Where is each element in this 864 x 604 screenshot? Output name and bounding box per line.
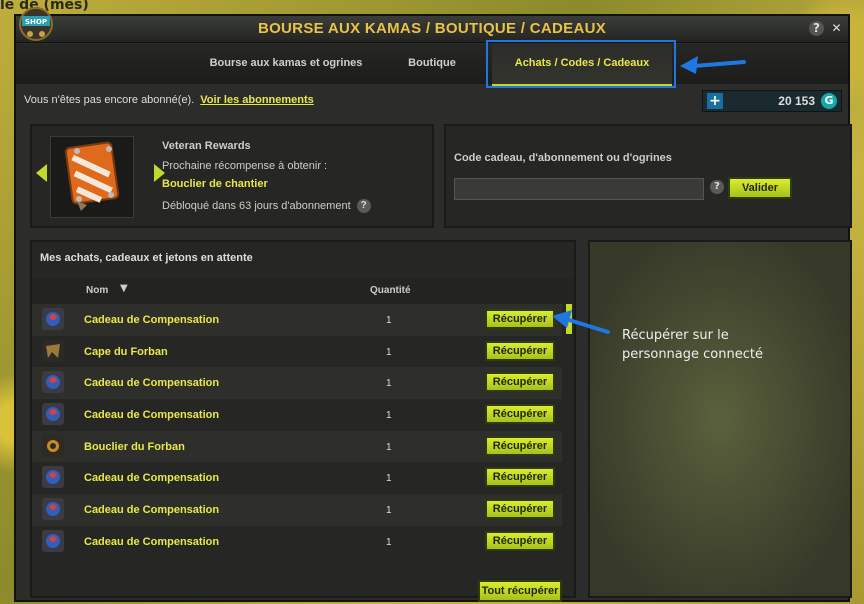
claim-all-button[interactable]: Tout récupérer [478, 580, 562, 602]
item-name: Cadeau de Compensation [84, 377, 220, 390]
claim-button[interactable]: Récupérer [485, 499, 555, 520]
list-header: Nom ▼ Quantité [32, 278, 574, 304]
list-item: Cadeau de Compensation 1 Récupérer [32, 526, 562, 558]
item-name: Cadeau de Compensation [84, 409, 220, 422]
question-icon[interactable]: ? [710, 180, 724, 194]
item-name: Cape du Forban [84, 345, 168, 358]
list-title: Mes achats, cadeaux et jetons en attente [40, 252, 253, 264]
code-input[interactable] [454, 178, 704, 200]
item-quantity: 1 [386, 410, 392, 422]
annotation-line-1: Récupérer sur le [622, 328, 729, 343]
list-item: Cadeau de Compensation 1 Récupérer [32, 367, 562, 400]
item-quantity: 1 [386, 346, 392, 358]
subscription-notice: Vous n'êtes pas encore abonné(e). Voir le… [24, 94, 314, 106]
window-title: BOURSE AUX KAMAS / BOUTIQUE / CADEAUX [257, 20, 607, 37]
annotation-text: Récupérer sur le personnage connecté [622, 326, 763, 364]
claim-button[interactable]: Récupérer [485, 404, 555, 425]
help-icon[interactable]: ? [809, 21, 824, 36]
sort-down-icon[interactable]: ▼ [120, 283, 128, 294]
unlock-info: Débloqué dans 63 jours d'abonnement? [162, 199, 371, 213]
shield-icon [42, 434, 64, 457]
tab-annotation-arrow-icon [680, 56, 746, 74]
list-item: Cadeau de Compensation 1 Récupérer [32, 462, 562, 494]
item-quantity: 1 [386, 505, 392, 517]
gift-icon [42, 466, 64, 489]
cape-icon [42, 339, 64, 362]
claim-button[interactable]: Récupérer [485, 372, 555, 393]
claim-button[interactable]: Récupérer [485, 467, 555, 488]
tab-highlight-box [486, 40, 676, 88]
list-item: Cadeau de Compensation 1 Récupérer [32, 494, 562, 526]
list-item: Cadeau de Compensation 1 Récupérer [32, 399, 562, 431]
rewards-title: Veteran Rewards [162, 140, 251, 152]
validate-button[interactable]: Valider [728, 177, 792, 199]
pending-items-panel: Mes achats, cadeaux et jetons en attente… [30, 240, 576, 602]
title-bar: BOURSE AUX KAMAS / BOUTIQUE / CADEAUX ? … [16, 16, 848, 43]
unlock-text: Débloqué dans 63 jours d'abonnement [162, 199, 351, 212]
veteran-rewards-panel: Veteran Rewards Prochaine récompense à o… [30, 124, 434, 228]
question-icon[interactable]: ? [356, 199, 371, 213]
shop-window: BOURSE AUX KAMAS / BOUTIQUE / CADEAUX ? … [14, 7, 852, 602]
item-name: Cadeau de Compensation [84, 504, 220, 517]
shop-logo: SHOP [19, 7, 53, 41]
claim-button[interactable]: Récupérer [485, 530, 555, 551]
ogrine-icon: G [821, 93, 837, 109]
ogrine-balance: + 20 153 G [702, 90, 842, 112]
next-reward-item: Bouclier de chantier [162, 178, 268, 190]
item-quantity: 1 [386, 536, 392, 548]
annotation-line-2: personnage connecté [622, 347, 763, 362]
svg-text:SHOP: SHOP [25, 18, 47, 26]
character-preview-panel [588, 240, 852, 598]
item-name: Bouclier du Forban [84, 440, 185, 453]
item-quantity: 1 [386, 473, 392, 485]
close-icon[interactable]: ✕ [829, 21, 844, 36]
column-quantity-header: Quantité [370, 285, 411, 296]
tab-kamas-exchange[interactable]: Bourse aux kamas et ogrines [196, 44, 376, 84]
column-name-header[interactable]: Nom [86, 285, 108, 296]
item-quantity: 1 [386, 378, 392, 390]
tab-shop[interactable]: Boutique [392, 44, 472, 84]
reward-item-frame [50, 136, 134, 218]
claim-button[interactable]: Récupérer [485, 340, 555, 361]
list-item: Cape du Forban 1 Récupérer [32, 336, 562, 368]
next-reward-label: Prochaine récompense à obtenir : [162, 160, 328, 172]
code-label: Code cadeau, d'abonnement ou d'ogrines [454, 152, 672, 164]
balance-value: 20 153 [778, 94, 815, 108]
gift-icon [42, 498, 64, 521]
item-name: Cadeau de Compensation [84, 535, 220, 548]
item-name: Cadeau de Compensation [84, 314, 220, 326]
gift-icon [42, 308, 64, 330]
claim-button[interactable]: Récupérer [485, 309, 555, 329]
list-item: Cadeau de Compensation 1 Récupérer [32, 304, 562, 336]
add-ogrines-button[interactable]: + [707, 93, 723, 109]
gift-icon [42, 371, 64, 394]
item-name: Cadeau de Compensation [84, 472, 220, 485]
item-quantity: 1 [386, 315, 392, 326]
list-item: Bouclier du Forban 1 Récupérer [32, 430, 562, 463]
shield-item-icon [64, 141, 120, 211]
item-quantity: 1 [386, 441, 392, 453]
subscription-text: Vous n'êtes pas encore abonné(e). [24, 94, 195, 106]
claim-annotation-arrow-icon [552, 310, 610, 334]
previous-arrow-icon[interactable] [36, 164, 47, 182]
gift-icon [42, 403, 64, 426]
item-list: Cadeau de Compensation 1 Récupérer Cape du … [32, 304, 562, 558]
gift-icon [42, 529, 64, 552]
claim-button[interactable]: Récupérer [485, 435, 555, 456]
code-panel: Code cadeau, d'abonnement ou d'ogrines ?… [444, 124, 852, 228]
subscriptions-link[interactable]: Voir les abonnements [200, 94, 314, 106]
